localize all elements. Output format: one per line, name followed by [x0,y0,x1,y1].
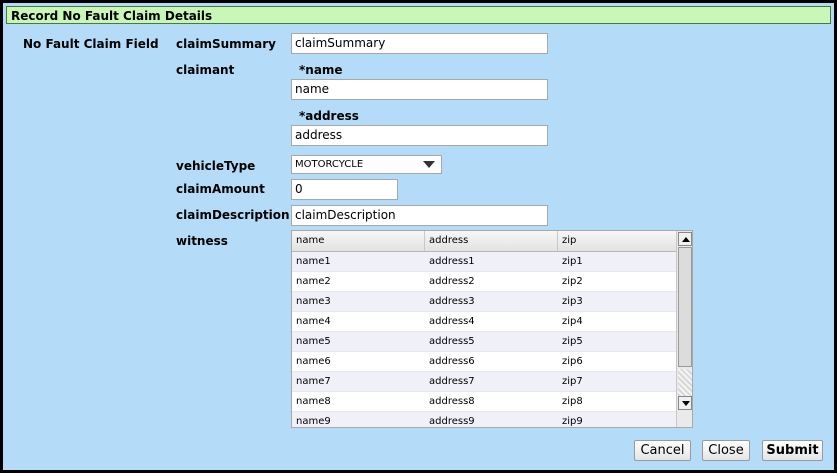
table-cell: zip2 [562,276,583,287]
table-cell: name5 [296,336,331,347]
column-header-zip[interactable]: zip [558,231,676,251]
scroll-down-button[interactable] [678,396,692,410]
table-cell: address4 [429,316,475,327]
table-cell: address7 [429,376,475,387]
vehicle-type-select[interactable]: MOTORCYCLE [291,155,442,174]
table-cell: name9 [296,416,331,427]
table-cell: name2 [296,276,331,287]
table-cell: zip8 [562,396,583,407]
claimant-name-label: *name [299,63,343,77]
vehicle-type-value: MOTORCYCLE [295,159,364,170]
section-label: No Fault Claim Field [23,37,159,51]
claim-summary-label: claimSummary [176,37,276,51]
claim-amount-input[interactable]: 0 [291,179,398,200]
submit-button[interactable]: Submit [762,440,823,461]
table-cell: address9 [429,416,475,427]
table-scrollbar[interactable] [676,231,692,427]
table-cell: name4 [296,316,331,327]
table-cell: address2 [429,276,475,287]
table-cell: zip5 [562,336,583,347]
witness-label: witness [176,234,228,248]
claim-amount-label: claimAmount [176,182,265,196]
arrow-down-icon [682,401,690,406]
claimant-name-input[interactable]: name [291,79,548,100]
table-row[interactable]: name4 address4 zip4 [292,312,676,332]
column-header-name[interactable]: name [292,231,425,251]
claim-description-input[interactable]: claimDescription [291,205,548,226]
table-row[interactable]: name6 address6 zip6 [292,352,676,372]
table-cell: address8 [429,396,475,407]
claimant-address-input[interactable]: address [291,125,548,146]
table-cell: zip1 [562,256,583,267]
scroll-up-button[interactable] [678,232,692,246]
table-cell: name3 [296,296,331,307]
vehicle-type-label: vehicleType [176,159,256,173]
table-cell: name6 [296,356,331,367]
table-cell: name8 [296,396,331,407]
table-header: name address zip [292,231,676,252]
table-cell: address3 [429,296,475,307]
table-cell: zip9 [562,416,583,427]
claimant-address-label-text: address [305,109,359,123]
table-cell: zip6 [562,356,583,367]
table-row[interactable]: name7 address7 zip7 [292,372,676,392]
claim-description-label: claimDescription [176,208,290,222]
table-cell: zip3 [562,296,583,307]
table-cell: zip4 [562,316,583,327]
claimant-address-label: *address [299,109,359,123]
table-row[interactable]: name2 address2 zip2 [292,272,676,292]
close-button[interactable]: Close [702,440,750,461]
table-cell: address5 [429,336,475,347]
witness-table[interactable]: name address zip name1 address1 zip1 name2 a… [291,230,693,428]
claim-summary-input[interactable]: claimSummary [291,33,548,54]
cancel-button[interactable]: Cancel [634,440,691,461]
scroll-thumb[interactable] [678,247,692,367]
table-row[interactable]: name3 address3 zip3 [292,292,676,312]
table-row[interactable]: name9 address9 zip9 [292,412,676,427]
table-cell: address1 [429,256,475,267]
table-row[interactable]: name8 address8 zip8 [292,392,676,412]
claim-dialog: Record No Fault Claim Details No Fault C… [0,0,837,473]
table-row[interactable]: name5 address5 zip5 [292,332,676,352]
dialog-title: Record No Fault Claim Details [6,6,831,24]
claimant-label: claimant [176,63,235,77]
table-cell: address6 [429,356,475,367]
table-cell: zip7 [562,376,583,387]
column-header-address[interactable]: address [425,231,558,251]
table-row[interactable]: name1 address1 zip1 [292,252,676,272]
table-cell: name7 [296,376,331,387]
table-cell: name1 [296,256,331,267]
arrow-up-icon [682,237,690,242]
chevron-down-icon[interactable] [423,161,435,168]
claimant-name-label-text: name [305,63,343,77]
